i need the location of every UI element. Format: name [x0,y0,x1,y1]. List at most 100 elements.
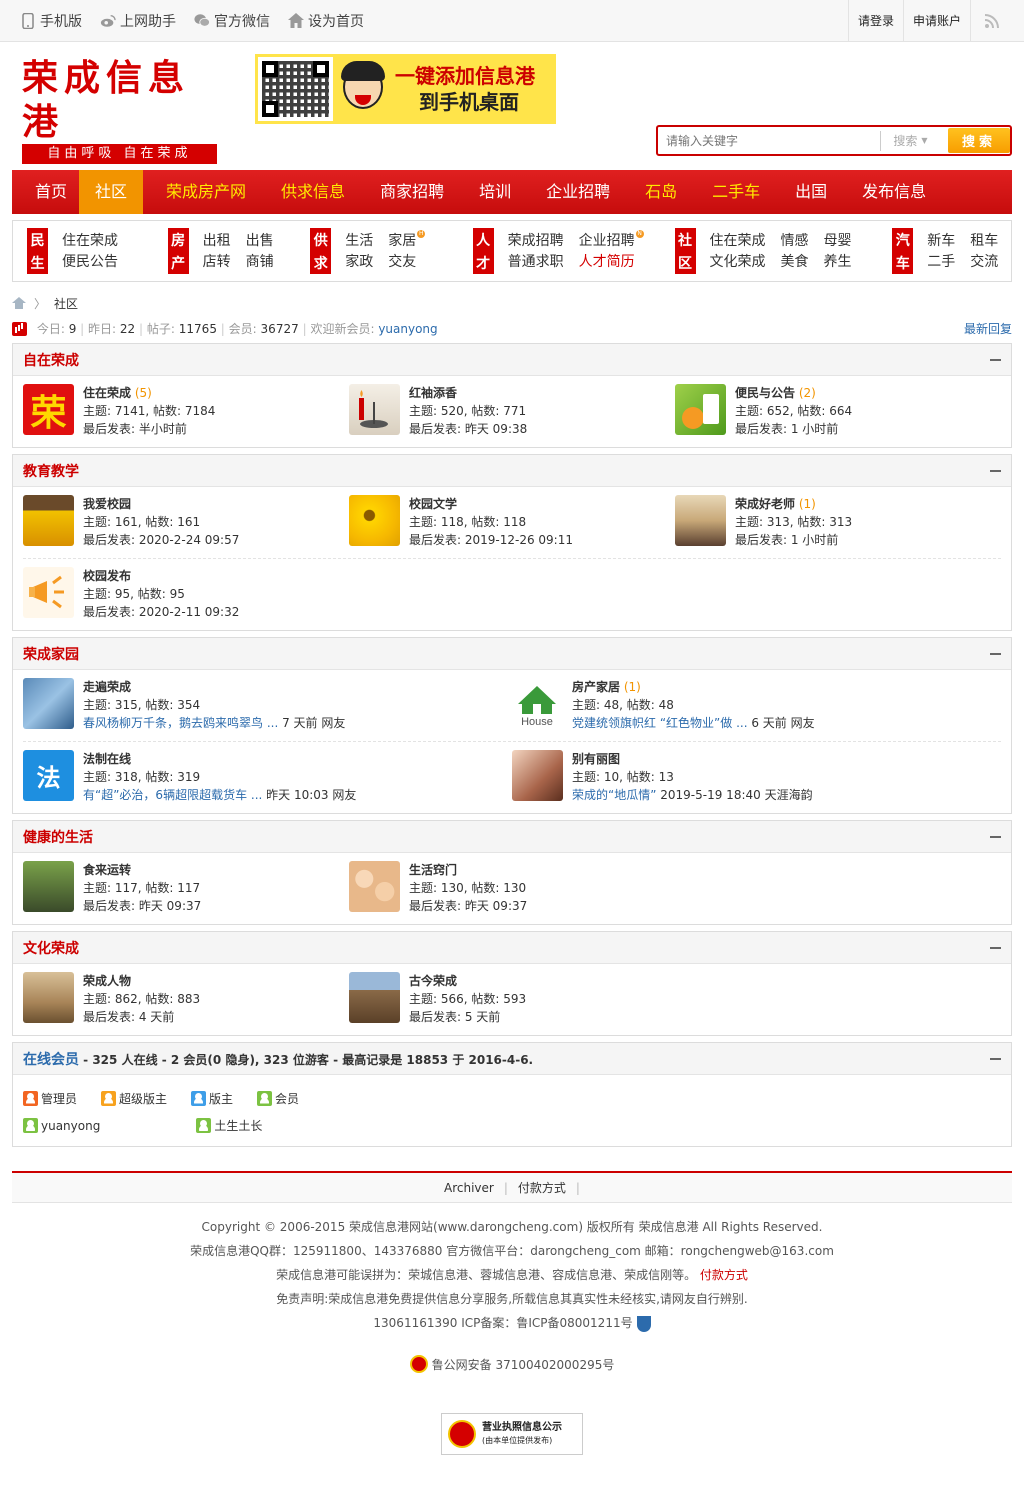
category-link[interactable]: 新车 [927,230,955,251]
home-icon[interactable] [12,297,26,309]
online-member[interactable]: 土生土长 [196,1117,262,1134]
site-logo[interactable]: 荣成信息港 自由呼吸 自在荣成 [22,56,219,164]
category-link[interactable]: 便民公告 [62,251,118,272]
nav-item-5[interactable]: 培训 [456,170,523,214]
category-link[interactable]: 交友 [388,251,425,272]
login-link[interactable]: 请登录 [847,0,903,42]
category-link[interactable]: 人才简历 [579,251,644,272]
category-link[interactable]: 住在荣成 [62,230,118,251]
law-icon[interactable]: 法 [23,750,74,801]
forum-name[interactable]: 便民与公告 [735,386,795,400]
collapse-icon[interactable] [990,469,1001,472]
online-member[interactable]: yuanyong [23,1117,100,1134]
category-link[interactable]: 荣成招聘 [508,230,564,251]
section-title[interactable]: 健康的生活 [23,827,93,847]
category-link[interactable]: 企业招聘 N [579,230,644,251]
category-link[interactable]: 二手 [927,251,955,272]
category-link[interactable]: 普通求职 [508,251,564,272]
elder-icon[interactable] [23,972,74,1023]
nav-item-10[interactable]: 发布信息 [839,170,938,214]
last-post-link[interactable]: 荣成的“地瓜情” [572,788,656,802]
collapse-icon[interactable] [990,1057,1001,1060]
category-tag[interactable]: 房产 [167,228,189,274]
category-link[interactable]: 文化荣成 [710,251,766,272]
topbar-link-3[interactable]: 设为首页 [288,11,364,31]
register-link[interactable]: 申请账户 [902,0,970,42]
house-icon[interactable]: House [512,678,563,729]
search-input[interactable] [658,128,880,153]
forum-name[interactable]: 红袖添香 [409,386,457,400]
forum-name[interactable]: 房产家居 [572,680,620,694]
latest-replies-link[interactable]: 最新回复 [964,320,1012,337]
payment-method-link[interactable]: 付款方式 [700,1268,748,1282]
police-record-text[interactable]: 鲁公网安备 37100402000295号 [432,1356,615,1373]
collapse-icon[interactable] [990,358,1001,361]
topbar-link-2[interactable]: 官方微信 [194,11,270,31]
forum-name[interactable]: 我爱校园 [83,497,131,511]
search-type-select[interactable]: 搜索 ▼ [880,130,940,151]
business-license-badge[interactable]: 营业执照信息公示 (由本单位提供发布) [441,1413,583,1455]
forum-name[interactable]: 法制在线 [83,752,131,766]
section-title[interactable]: 自在荣成 [23,350,79,370]
search-button[interactable]: 搜索 [948,128,1010,153]
newest-member-link[interactable]: yuanyong [378,322,437,336]
category-link[interactable]: 商铺 [246,251,274,272]
category-link[interactable]: 情感 [781,230,809,251]
notice-icon[interactable] [675,384,726,435]
collapse-icon[interactable] [990,652,1001,655]
category-link[interactable]: 养生 [824,251,852,272]
megaphone-icon[interactable] [23,567,74,618]
nav-item-8[interactable]: 二手车 [689,170,772,214]
forum-name[interactable]: 食来运转 [83,863,131,877]
topbar-link-0[interactable]: 手机版 [20,11,82,31]
category-tag[interactable]: 人才 [472,228,494,274]
forum-name[interactable]: 古今荣成 [409,974,457,988]
collapse-icon[interactable] [990,835,1001,838]
forum-name[interactable]: 别有丽图 [572,752,620,766]
category-link[interactable]: 家政 [345,251,373,272]
nav-item-7[interactable]: 石岛 [622,170,689,214]
forum-name[interactable]: 校园发布 [83,569,131,583]
nav-item-0[interactable]: 首页 [12,170,79,214]
nav-item-4[interactable]: 商家招聘 [357,170,456,214]
last-post-link[interactable]: 有“超”必治，6辆超限超载货车 ... [83,788,262,802]
category-link[interactable]: 租车 [970,230,998,251]
eggs-icon[interactable] [349,861,400,912]
category-tag[interactable]: 汽车 [892,228,914,274]
last-post-link[interactable]: 党建统领旗帜红 “红色物业”做 ... [572,716,748,730]
breadcrumb-current[interactable]: 社区 [54,295,78,312]
forum-name[interactable]: 荣成好老师 [735,497,795,511]
seacucumber-icon[interactable] [23,861,74,912]
nav-item-3[interactable]: 供求信息 [258,170,357,214]
category-link[interactable]: 店转 [203,251,231,272]
sunflower-icon[interactable] [349,495,400,546]
collapse-icon[interactable] [990,946,1001,949]
category-link[interactable]: 家居 H [388,230,426,251]
category-link[interactable]: 出租 [203,230,231,251]
payment-link[interactable]: 付款方式 [518,1179,566,1196]
online-title-link[interactable]: 在线会员 [23,1052,79,1068]
section-title[interactable]: 文化荣成 [23,938,79,958]
forum-name[interactable]: 校园文学 [409,497,457,511]
portrait-icon[interactable] [512,750,563,801]
nav-item-1[interactable]: 社区 [79,170,144,214]
section-title[interactable]: 荣成家园 [23,644,79,664]
category-tag[interactable]: 供求 [310,228,332,274]
forum-name[interactable]: 生活窍门 [409,863,457,877]
category-tag[interactable]: 社区 [674,228,696,274]
swan-icon[interactable] [23,678,74,729]
category-link[interactable]: 出售 [246,230,274,251]
rong-icon[interactable]: 荣 [23,384,74,435]
category-tag[interactable]: 民生 [27,228,48,274]
nav-item-6[interactable]: 企业招聘 [523,170,622,214]
teacher-icon[interactable] [675,495,726,546]
rss-icon[interactable] [970,0,1012,42]
category-link[interactable]: 住在荣成 [710,230,766,251]
category-link[interactable]: 美食 [781,251,809,272]
category-link[interactable]: 交流 [970,251,998,272]
candle-icon[interactable] [349,384,400,435]
forum-name[interactable]: 住在荣成 [83,386,131,400]
forum-name[interactable]: 荣成人物 [83,974,131,988]
students-icon[interactable] [23,495,74,546]
cottage-icon[interactable] [349,972,400,1023]
